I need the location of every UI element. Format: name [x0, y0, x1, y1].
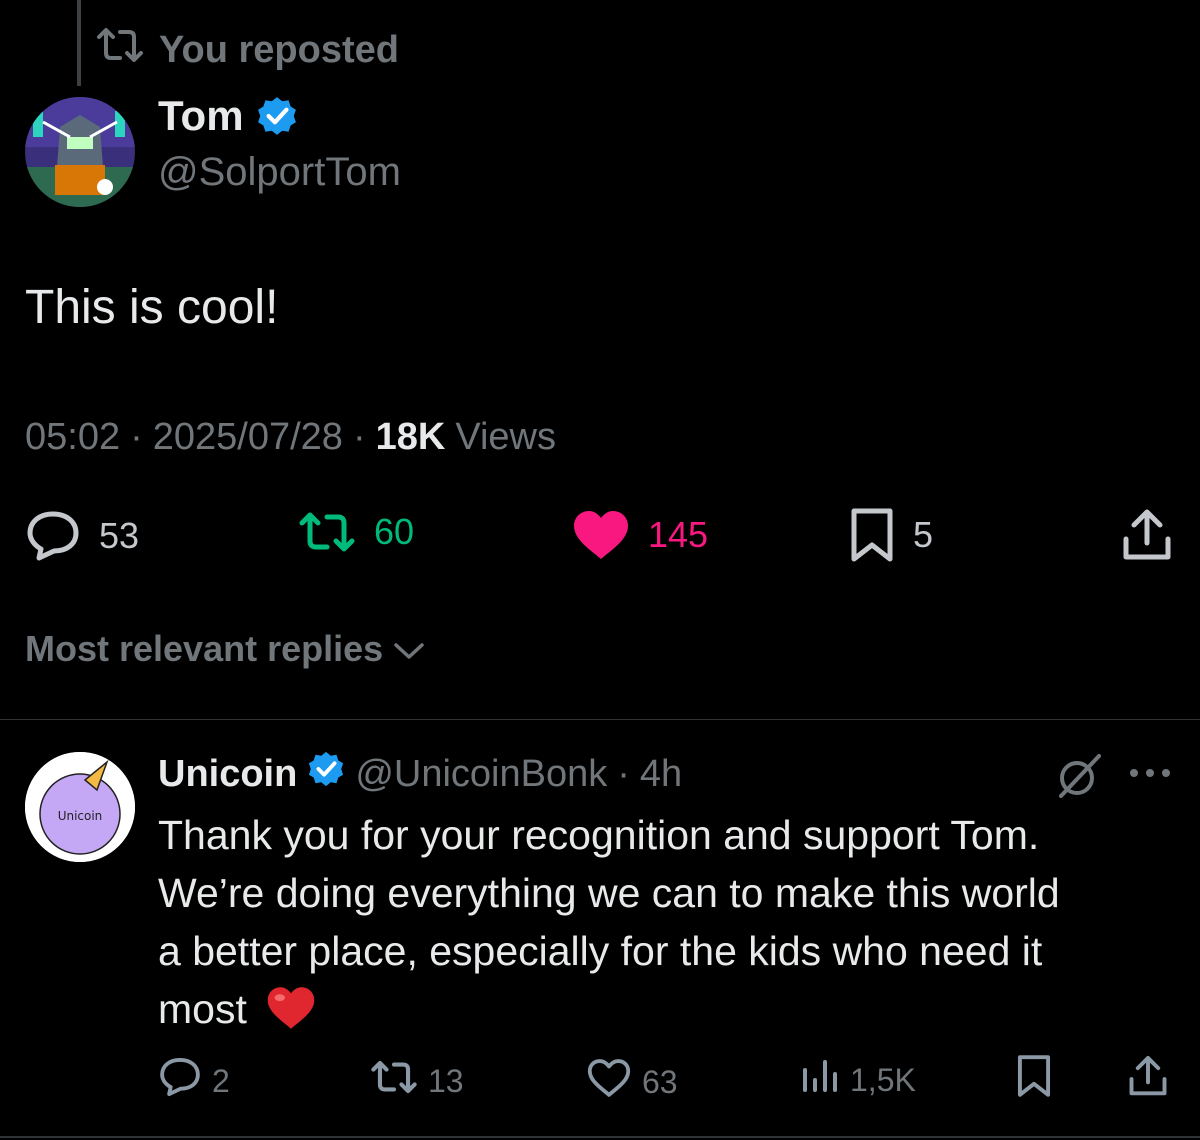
reply-header: Unicoin @UnicoinBonk · 4h	[158, 750, 682, 798]
reply-author-handle[interactable]: @UnicoinBonk	[355, 753, 607, 796]
reply-bookmark-button[interactable]	[1016, 1054, 1052, 1106]
reply-text-line: a better place, especially for the kids …	[158, 928, 1043, 974]
more-button[interactable]	[1128, 765, 1172, 786]
replies-sort-label: Most relevant replies	[25, 628, 384, 669]
repost-icon	[370, 1058, 418, 1104]
reply-text: Thank you for your recognition and suppo…	[158, 806, 1158, 1046]
heart-icon	[586, 1058, 632, 1106]
thread-line	[77, 0, 81, 86]
share-button[interactable]	[1122, 507, 1172, 563]
reply-text-line: most	[158, 980, 1158, 1046]
author-name[interactable]: Tom	[158, 92, 244, 140]
views-label: Views	[455, 416, 556, 458]
reply-button[interactable]: 53	[25, 509, 139, 563]
reply-reply-button[interactable]: 2	[158, 1056, 230, 1106]
reply-share-button[interactable]	[1128, 1054, 1168, 1106]
repost-icon	[95, 25, 145, 75]
grok-button[interactable]	[1055, 752, 1103, 805]
reply-reply-count: 2	[212, 1062, 230, 1099]
views-count: 18K	[375, 416, 446, 458]
post-date[interactable]: 2025/07/28	[153, 416, 343, 459]
bookmark-icon	[849, 507, 895, 563]
reply-text-line: We’re doing everything we can to make th…	[158, 870, 1060, 916]
reply-actions: 2 13 63 1,5K	[158, 1052, 1178, 1102]
author-row[interactable]: Tom	[158, 92, 298, 140]
reply-views-count: 1,5K	[850, 1061, 916, 1098]
reply-avatar[interactable]: Unicoin	[25, 752, 135, 862]
repost-banner[interactable]: You reposted	[95, 24, 399, 76]
reply-repost-button[interactable]: 13	[370, 1058, 464, 1104]
reply-repost-count: 13	[428, 1062, 464, 1099]
reply-count: 53	[99, 515, 140, 556]
post-meta: 05:02 · 2025/07/28 · 18K Views	[25, 416, 556, 459]
divider	[0, 719, 1200, 720]
repost-button[interactable]: 60	[298, 509, 414, 555]
post-actions: 53 60 145 5	[25, 505, 1175, 569]
reply-like-count: 63	[642, 1063, 678, 1100]
more-icon	[1128, 768, 1172, 785]
post-time[interactable]: 05:02	[25, 416, 120, 459]
share-icon	[1128, 1054, 1168, 1106]
reply-like-button[interactable]: 63	[586, 1058, 678, 1106]
reply-icon	[158, 1056, 202, 1106]
grok-slash-icon	[1055, 754, 1103, 804]
heart-icon	[572, 509, 630, 561]
verified-badge-icon	[256, 95, 298, 137]
repost-icon	[298, 509, 356, 555]
heart-emoji	[266, 985, 316, 1046]
reply-age[interactable]: 4h	[640, 753, 682, 796]
reply-separator: ·	[617, 752, 630, 795]
meta-separator: ·	[130, 416, 143, 458]
replies-sort-toggle[interactable]: Most relevant replies	[25, 628, 425, 670]
chevron-down-icon	[393, 628, 425, 670]
avatar[interactable]	[25, 97, 135, 207]
views-icon	[800, 1058, 840, 1102]
repost-banner-text: You reposted	[159, 28, 399, 71]
author-handle[interactable]: @SolportTom	[158, 150, 401, 195]
reply-author-name[interactable]: Unicoin	[158, 753, 297, 796]
like-count: 145	[648, 514, 709, 555]
reply-text-line: Thank you for your recognition and suppo…	[158, 812, 1040, 858]
reply-icon	[25, 509, 81, 563]
reply-views-button[interactable]: 1,5K	[800, 1058, 916, 1102]
verified-badge-icon	[307, 750, 345, 798]
divider	[0, 1136, 1200, 1138]
reply-avatar-text: Unicoin	[58, 809, 103, 823]
bookmark-count: 5	[913, 514, 934, 555]
bookmark-button[interactable]: 5	[849, 507, 933, 563]
like-button[interactable]: 145	[572, 509, 708, 561]
share-icon	[1122, 507, 1172, 563]
post-text: This is cool!	[25, 281, 279, 334]
bookmark-icon	[1016, 1054, 1052, 1106]
repost-count: 60	[374, 511, 415, 552]
meta-separator: ·	[352, 416, 366, 458]
